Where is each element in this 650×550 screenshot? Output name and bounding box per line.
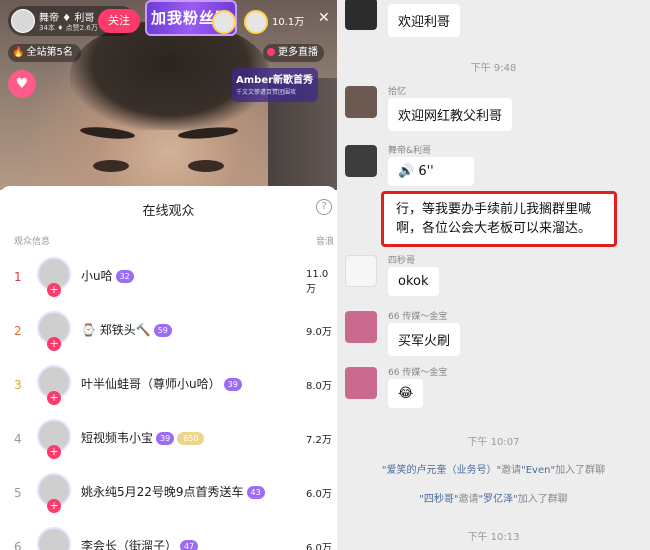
avatar[interactable] bbox=[345, 367, 377, 399]
viewer-name: 叶半仙蛙哥（尊师小u哈） 39 bbox=[81, 375, 242, 392]
level-badge: 39 bbox=[223, 378, 242, 391]
group-chat-screenshot: 欢迎利哥 下午 9:48 拾忆 欢迎网红教父利哥 舞帝&利哥 🔊 6'' 行，等… bbox=[337, 0, 650, 550]
live-video: 舞帝 ♦ 利哥 34本 ♦ 点赞2.6万 关注 加我粉丝团 10.1万 ✕ 🔥 全… bbox=[0, 0, 337, 190]
avatar[interactable] bbox=[37, 527, 71, 550]
sound-wave-value: 6.0万 bbox=[306, 543, 332, 550]
add-icon[interactable]: + bbox=[47, 337, 61, 351]
audience-row[interactable]: 2 + ⌚ 郑铁头🔨 59 9.0万 bbox=[0, 304, 337, 358]
host-name: 舞帝 ♦ 利哥 bbox=[39, 13, 95, 24]
close-icon[interactable]: ✕ bbox=[318, 10, 330, 26]
level-badge: 47 bbox=[180, 540, 199, 550]
audience-row[interactable]: 3 + 叶半仙蛙哥（尊师小u哈） 39 8.0万 bbox=[0, 358, 337, 412]
col-viewer-info: 观众信息 bbox=[14, 237, 51, 247]
rank-number: 3 bbox=[14, 378, 22, 392]
audience-row[interactable]: 1 + 小u哈 32 11.0万 bbox=[0, 250, 337, 304]
host-stats: 34本 ♦ 点赞2.6万 bbox=[39, 24, 98, 32]
avatar[interactable] bbox=[345, 0, 377, 30]
viewer-name: 短视频韦小宝 39 650 bbox=[81, 429, 205, 446]
more-live-button[interactable]: 更多直播 bbox=[263, 44, 324, 62]
sender-name: 拾忆 bbox=[388, 87, 407, 97]
viewer-name: ⌚ 郑铁头🔨 59 bbox=[81, 321, 172, 338]
gift-icon[interactable]: ♥ bbox=[8, 70, 36, 98]
timestamp: 下午 10:07 bbox=[467, 437, 520, 448]
event-subtitle: 千文文惨遭百赞团围攻 bbox=[236, 89, 297, 96]
invitee-link[interactable]: "罗亿泽" bbox=[479, 494, 518, 505]
system-notice: "爱笑的卢元奎（业务号）"邀请"Even"加入了群聊 bbox=[381, 465, 606, 476]
sound-wave-value: 8.0万 bbox=[306, 381, 332, 392]
timestamp: 下午 10:13 bbox=[467, 532, 520, 543]
fan-badge: 650 bbox=[177, 432, 205, 445]
avatar[interactable] bbox=[345, 86, 377, 118]
message-bubble[interactable]: okok bbox=[388, 267, 439, 296]
event-title: Amber新歌首秀 bbox=[236, 75, 314, 86]
message-bubble[interactable]: 欢迎网红教父利哥 bbox=[388, 98, 513, 131]
level-badge: 32 bbox=[115, 270, 134, 283]
panel-title: 在线观众 bbox=[142, 204, 195, 219]
add-icon[interactable]: + bbox=[47, 283, 61, 297]
rank-number: 5 bbox=[14, 486, 22, 500]
sender-name: 66 传媒～金宝 bbox=[388, 368, 448, 378]
message-bubble[interactable]: 欢迎利哥 bbox=[388, 4, 461, 37]
sound-wave-value: 11.0万 bbox=[306, 269, 329, 295]
sound-wave-value: 7.2万 bbox=[306, 435, 332, 446]
add-icon[interactable]: + bbox=[47, 445, 61, 459]
message-bubble[interactable]: 买军火刷 bbox=[388, 323, 461, 356]
follow-button[interactable]: 关注 bbox=[98, 9, 140, 33]
fan-avatar[interactable] bbox=[244, 10, 268, 34]
audience-panel: 在线观众 ? 观众信息 音浪 1 + 小u哈 32 11.0万 2 + ⌚ 郑铁头… bbox=[0, 186, 337, 550]
voice-icon: 🔊 bbox=[398, 164, 415, 179]
host-avatar bbox=[11, 9, 35, 33]
rank-number: 2 bbox=[14, 324, 22, 338]
sender-name: 66 传媒～金宝 bbox=[388, 312, 448, 322]
emoji-message[interactable]: 😂 bbox=[388, 379, 424, 408]
sender-name: 四秒哥 bbox=[388, 256, 416, 266]
timestamp: 下午 9:48 bbox=[470, 63, 517, 74]
level-badge: 39 bbox=[156, 432, 175, 445]
rank-number: 6 bbox=[14, 540, 22, 550]
invitee-link[interactable]: "Even" bbox=[521, 465, 555, 476]
audience-row[interactable]: 6 + 李会长（街溜子）47 6.0万 bbox=[0, 520, 337, 550]
fan-avatar[interactable] bbox=[212, 10, 236, 34]
system-notice: "四秒哥"邀请"罗亿泽"加入了群聊 bbox=[419, 494, 568, 505]
flame-icon: 🔥 bbox=[12, 47, 25, 58]
col-sound-wave: 音浪 bbox=[316, 237, 335, 247]
sound-wave-value: 9.0万 bbox=[306, 327, 332, 338]
viewer-name: 姚永纯5月22号晚9点首秀送车 43 bbox=[81, 483, 265, 500]
viewer-count[interactable]: 10.1万 bbox=[272, 13, 304, 28]
live-stream-screenshot: 舞帝 ♦ 利哥 34本 ♦ 点赞2.6万 关注 加我粉丝团 10.1万 ✕ 🔥 全… bbox=[0, 0, 337, 550]
viewer-name: 李会长（街溜子） 47 bbox=[81, 537, 199, 550]
rank-number: 4 bbox=[14, 432, 22, 446]
inviter-link[interactable]: "四秒哥" bbox=[419, 494, 458, 505]
avatar[interactable] bbox=[345, 311, 377, 343]
sound-wave-value: 6.0万 bbox=[306, 489, 332, 500]
rank-number: 1 bbox=[14, 270, 22, 284]
inviter-link[interactable]: "爱笑的卢元奎（业务号）" bbox=[382, 465, 501, 476]
audience-row[interactable]: 5 + 姚永纯5月22号晚9点首秀送车 43 6.0万 bbox=[0, 466, 337, 520]
event-banner[interactable]: Amber新歌首秀 千文文惨遭百赞团围攻 bbox=[232, 68, 318, 102]
help-icon[interactable]: ? bbox=[316, 199, 332, 215]
voice-message[interactable]: 🔊 6'' bbox=[388, 157, 474, 186]
avatar[interactable] bbox=[345, 255, 377, 287]
column-header: 观众信息 音浪 bbox=[0, 230, 337, 250]
add-icon[interactable]: + bbox=[47, 499, 61, 513]
sender-name: 舞帝&利哥 bbox=[388, 146, 432, 156]
rank-badge[interactable]: 🔥 全站第5名 bbox=[8, 44, 81, 62]
avatar[interactable] bbox=[345, 145, 377, 177]
level-badge: 59 bbox=[153, 324, 172, 337]
viewer-name: 小u哈 32 bbox=[81, 267, 134, 284]
audience-row[interactable]: 4 + 短视频韦小宝 39 650 7.2万 bbox=[0, 412, 337, 466]
live-dot-icon bbox=[267, 48, 275, 56]
level-badge: 43 bbox=[246, 486, 265, 499]
add-icon[interactable]: + bbox=[47, 391, 61, 405]
highlighted-message[interactable]: 行，等我要办手续前儿我搁群里喊啊，各位公会大老板可以来溜达。 bbox=[381, 191, 617, 247]
